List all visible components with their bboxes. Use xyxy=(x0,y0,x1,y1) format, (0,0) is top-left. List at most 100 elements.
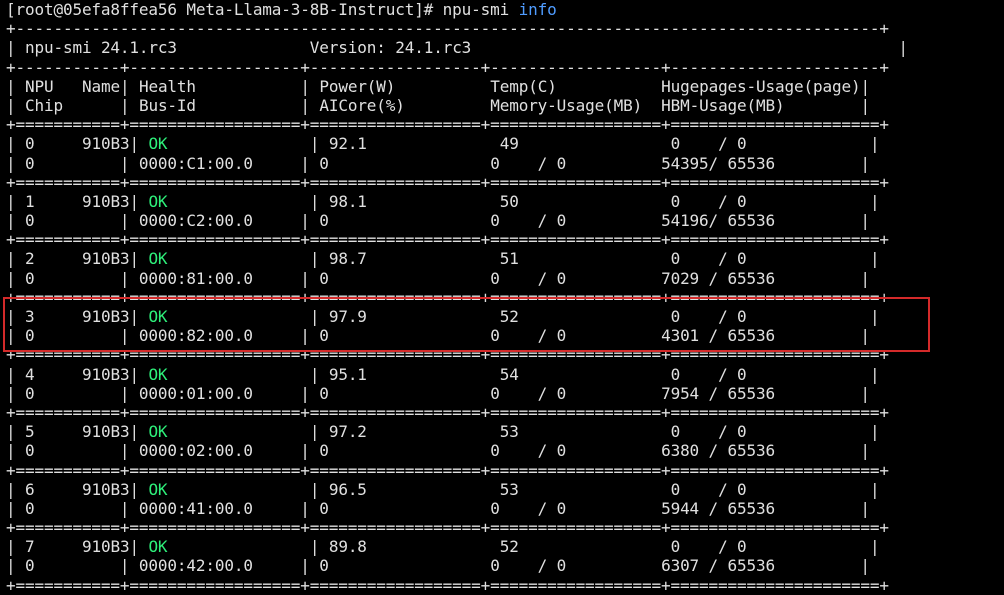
border-double: +===========+==================+========… xyxy=(6,115,889,135)
border: +-----------+------------------+--------… xyxy=(6,57,889,77)
temperature: 49 xyxy=(499,134,519,154)
memory-usage: 0 / 0 xyxy=(490,326,567,346)
npu-name: 910B3 xyxy=(81,479,130,499)
npu-row-line2: | 0 | 0000:41:00.0 | 0 0 / 0 5944 / 6553… xyxy=(6,498,870,518)
aicore-usage: 0 xyxy=(319,153,329,173)
tool-version: npu-smi 24.1.rc3 xyxy=(25,38,177,58)
bus-id: 0000:C2:00.0 xyxy=(138,211,253,231)
health-status: OK xyxy=(148,134,168,154)
terminal-window[interactable]: [root@05efa8ffea56 Meta-Llama-3-8B-Instr… xyxy=(0,0,1004,595)
health-status: OK xyxy=(148,307,168,326)
temperature: 51 xyxy=(499,249,519,269)
npu-row-line2: | 0 | 0000:81:00.0 | 0 0 / 0 7029 / 6553… xyxy=(6,268,870,288)
npu-name: 910B3 xyxy=(81,364,130,384)
health-status: OK xyxy=(148,422,168,442)
border-double: +===========+==================+========… xyxy=(6,287,889,307)
npu-row-line1: | 3 910B3| OK | 97.9 52 0 / 0 | xyxy=(6,307,880,326)
hbm-usage: 5944 / 65536 xyxy=(661,498,775,518)
npu-name: 910B3 xyxy=(81,134,130,154)
header-power: AICore(%) xyxy=(319,95,405,115)
header-row: | Chip | Bus-Id | AICore(%) Memory-Usage… xyxy=(6,95,870,115)
header-temp: Temp(C) xyxy=(490,76,557,96)
aicore-usage: 0 xyxy=(319,441,329,461)
temperature: 53 xyxy=(499,422,519,442)
hbm-usage: 54395/ 65536 xyxy=(661,153,775,173)
power-watts: 98.7 xyxy=(328,249,367,269)
bus-id: 0000:81:00.0 xyxy=(138,268,253,288)
bus-id: 0000:41:00.0 xyxy=(138,498,253,518)
bus-id: 0000:02:00.0 xyxy=(138,441,253,461)
header-power: Power(W) xyxy=(319,76,396,96)
npu-id: 2 xyxy=(25,249,35,269)
aicore-usage: 0 xyxy=(319,268,329,288)
npu-name: 910B3 xyxy=(81,191,130,211)
temperature: 52 xyxy=(499,307,519,326)
border-double: +===========+==================+========… xyxy=(6,575,889,595)
bus-id: 0000:42:00.0 xyxy=(138,556,253,576)
power-watts: 95.1 xyxy=(328,364,367,384)
hugepages-usage: 0 / 0 xyxy=(670,479,747,499)
border-double: +===========+==================+========… xyxy=(6,230,889,250)
bus-id: 0000:01:00.0 xyxy=(138,383,253,403)
health-status: OK xyxy=(148,479,168,499)
driver-version: Version: 24.1.rc3 xyxy=(309,38,472,58)
chip-id: 0 xyxy=(25,441,35,461)
header-hugepages: Hugepages-Usage(page) xyxy=(661,76,861,96)
header-temp: Memory-Usage(MB) xyxy=(490,95,643,115)
aicore-usage: 0 xyxy=(319,383,329,403)
memory-usage: 0 / 0 xyxy=(490,556,567,576)
npu-row-line2: | 0 | 0000:C1:00.0 | 0 0 / 0 54395/ 6553… xyxy=(6,153,870,173)
hugepages-usage: 0 / 0 xyxy=(670,134,747,154)
hbm-usage: 7954 / 65536 xyxy=(661,383,775,403)
chip-id: 0 xyxy=(25,153,35,173)
power-watts: 96.5 xyxy=(328,479,367,499)
npu-id: 4 xyxy=(25,364,35,384)
border-double: +===========+==================+========… xyxy=(6,345,889,365)
npu-id: 0 xyxy=(25,134,35,154)
npu-row-line2: | 0 | 0000:C2:00.0 | 0 0 / 0 54196/ 6553… xyxy=(6,211,870,231)
npu-id: 5 xyxy=(25,422,35,442)
chip-id: 0 xyxy=(25,326,35,346)
border-double: +===========+==================+========… xyxy=(6,172,889,192)
prompt: [root@05efa8ffea56 Meta-Llama-3-8B-Instr… xyxy=(6,0,443,19)
command-argument: info xyxy=(518,0,557,19)
health-status: OK xyxy=(148,249,168,269)
health-status: OK xyxy=(148,364,168,384)
hugepages-usage: 0 / 0 xyxy=(670,249,747,269)
aicore-usage: 0 xyxy=(319,556,329,576)
header-health: Bus-Id xyxy=(138,95,196,115)
hbm-usage: 54196/ 65536 xyxy=(661,211,775,231)
info-line: | npu-smi 24.1.rc3 Version: 24.1.rc3 | xyxy=(6,38,908,58)
npu-name: 910B3 xyxy=(81,249,130,269)
memory-usage: 0 / 0 xyxy=(490,383,567,403)
border-top: +---------------------------------------… xyxy=(6,19,889,39)
power-watts: 97.9 xyxy=(328,307,367,326)
temperature: 54 xyxy=(499,364,519,384)
memory-usage: 0 / 0 xyxy=(490,211,567,231)
npu-name: 910B3 xyxy=(81,307,130,326)
hbm-usage: 6307 / 65536 xyxy=(661,556,775,576)
npu-row-line2: | 0 | 0000:01:00.0 | 0 0 / 0 7954 / 6553… xyxy=(6,383,870,403)
chip-id: 0 xyxy=(25,383,35,403)
npu-row-line2: | 0 | 0000:82:00.0 | 0 0 / 0 4301 / 6553… xyxy=(6,326,870,346)
health-status: OK xyxy=(148,537,168,557)
npu-id: 3 xyxy=(25,307,35,326)
power-watts: 89.8 xyxy=(328,537,367,557)
hugepages-usage: 0 / 0 xyxy=(670,537,747,557)
hugepages-usage: 0 / 0 xyxy=(670,307,747,326)
header-npu: NPU xyxy=(25,76,54,96)
npu-row-line2: | 0 | 0000:02:00.0 | 0 0 / 0 6380 / 6553… xyxy=(6,441,870,461)
header-npu: Chip xyxy=(25,95,63,115)
aicore-usage: 0 xyxy=(319,211,329,231)
terminal-output: [root@05efa8ffea56 Meta-Llama-3-8B-Instr… xyxy=(0,0,1004,595)
memory-usage: 0 / 0 xyxy=(490,498,567,518)
prompt-line: [root@05efa8ffea56 Meta-Llama-3-8B-Instr… xyxy=(6,0,1004,19)
memory-usage: 0 / 0 xyxy=(490,153,567,173)
header-row: | NPU Name| Health | Power(W) Temp(C) Hu… xyxy=(6,76,870,96)
command: npu-smi xyxy=(442,0,510,19)
hbm-usage: 4301 / 65536 xyxy=(661,326,775,346)
npu-row-line1: | 5 910B3| OK | 97.2 53 0 / 0 | xyxy=(6,422,880,442)
bus-id: 0000:82:00.0 xyxy=(138,326,253,346)
npu-id: 1 xyxy=(25,191,35,211)
npu-name: 910B3 xyxy=(81,422,130,442)
